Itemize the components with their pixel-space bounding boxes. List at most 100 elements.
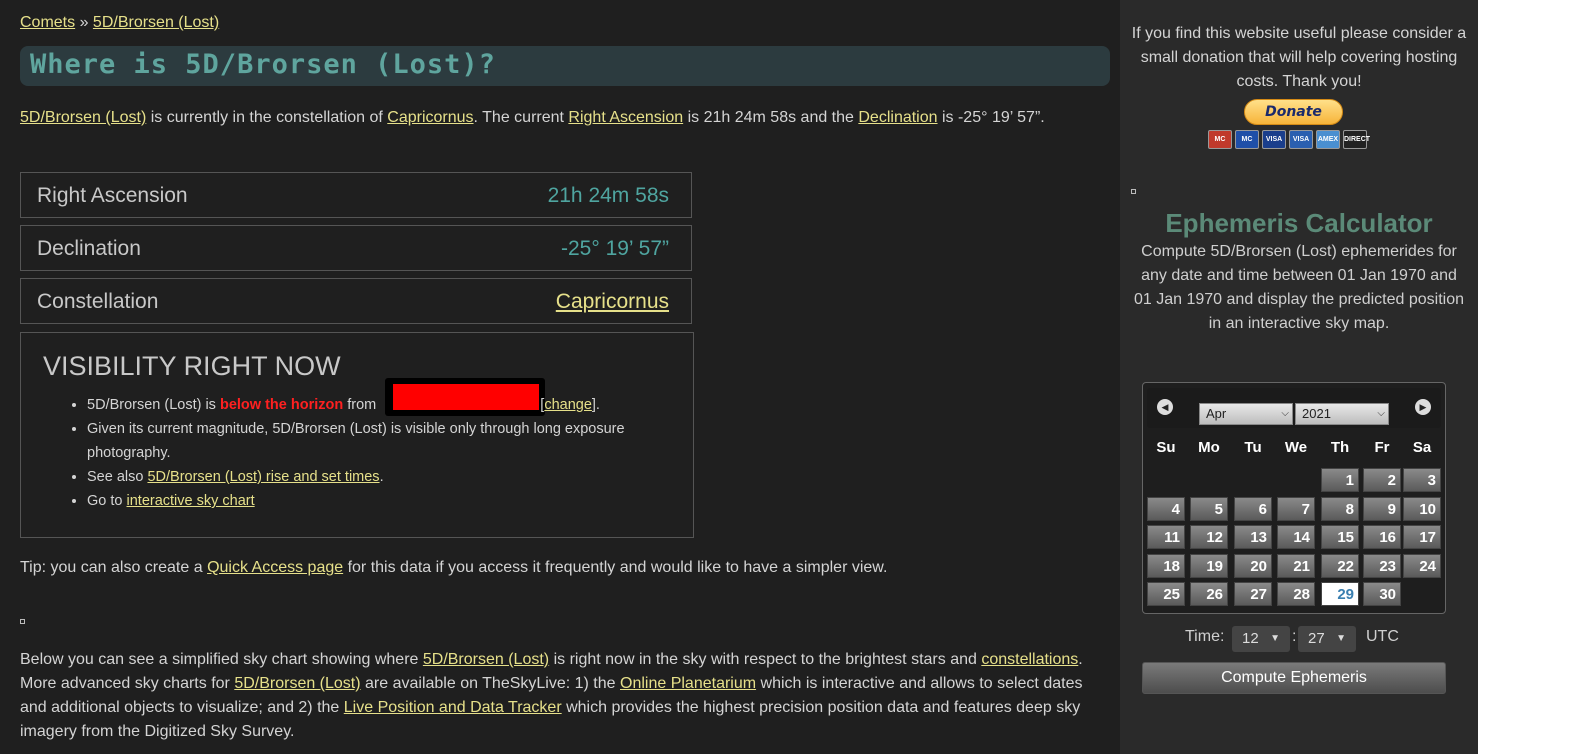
calendar-day[interactable]: 1 (1321, 468, 1359, 492)
right-blank-area (1478, 0, 1579, 754)
calendar-day[interactable]: 4 (1147, 496, 1185, 521)
right-ascension-link[interactable]: Right Ascension (568, 109, 683, 126)
payment-card-icon: DIRECT (1343, 130, 1370, 149)
calendar-day[interactable]: 12 (1190, 525, 1228, 549)
description-text: are available on TheSkyLive: 1) the (360, 675, 620, 692)
calendar-day[interactable]: 13 (1234, 525, 1272, 549)
declination-link[interactable]: Declination (858, 109, 937, 126)
declination-value: -25° 19’ 57” (560, 237, 669, 260)
constellation-label: Constellation (37, 290, 159, 313)
calendar-day[interactable]: 20 (1234, 553, 1272, 578)
right-ascension-label: Right Ascension (37, 184, 188, 207)
calendar-day[interactable]: 6 (1234, 496, 1272, 521)
breadcrumb-separator: » (75, 14, 93, 31)
constellation-link[interactable]: Capricornus (387, 109, 473, 126)
calendar-day[interactable]: 23 (1363, 553, 1401, 578)
calendar-day[interactable]: 9 (1363, 496, 1401, 521)
chevron-down-icon: ▼ (1336, 633, 1346, 644)
constellation-value-link[interactable]: Capricornus (556, 290, 669, 314)
breadcrumb-comets-link[interactable]: Comets (20, 14, 75, 31)
calendar-day[interactable]: 14 (1277, 525, 1315, 549)
calendar-day[interactable]: 8 (1321, 496, 1359, 521)
right-ascension-value: 21h 24m 58s (547, 184, 669, 207)
description-text: is right now in the sky with respect to … (549, 651, 982, 668)
calendar-day[interactable]: 24 (1403, 553, 1441, 578)
minute-select[interactable]: 27 ▼ (1298, 626, 1356, 652)
month-value: Apr (1206, 406, 1227, 421)
calendar-day[interactable]: 16 (1363, 525, 1401, 549)
timezone-label: UTC (1366, 628, 1399, 645)
ephemeris-description: Compute 5D/Brorsen (Lost) ephemerides fo… (1134, 243, 1465, 332)
year-select[interactable]: 2021 ⌵ (1295, 403, 1389, 425)
calendar-day[interactable]: 7 (1277, 496, 1315, 521)
calendar-day[interactable]: 28 (1277, 582, 1315, 606)
calendar-day[interactable]: 19 (1190, 553, 1228, 578)
intro-text: is -25° 19’ 57”. (937, 109, 1045, 126)
chevron-down-icon: ▼ (1270, 633, 1280, 644)
calendar-day[interactable]: 15 (1321, 525, 1359, 549)
calendar-day[interactable]: 18 (1147, 553, 1185, 578)
visibility-text: See also (87, 469, 148, 485)
next-month-icon[interactable]: ▶ (1415, 399, 1431, 415)
description-text: Below you can see a simplified sky chart… (20, 651, 423, 668)
weekday-header: Th (1330, 439, 1350, 456)
live-position-tracker-link[interactable]: Live Position and Data Tracker (344, 699, 562, 716)
tip-text: for this data if you access it frequentl… (343, 559, 888, 576)
broken-image-icon (1131, 189, 1136, 194)
horizon-status: below the horizon (219, 397, 344, 413)
compute-ephemeris-button[interactable]: Compute Ephemeris (1142, 662, 1446, 694)
intro-text: is 21h 24m 58s and the (683, 109, 859, 126)
online-planetarium-link[interactable]: Online Planetarium (620, 675, 756, 692)
calendar-day[interactable]: 11 (1147, 525, 1185, 549)
weekday-header: Mo (1198, 439, 1220, 456)
prev-month-icon[interactable]: ◀ (1157, 399, 1173, 415)
calendar-day[interactable]: 27 (1234, 582, 1272, 606)
calendar-day[interactable]: 17 (1403, 525, 1441, 549)
intro-text: is currently in the constellation of (146, 109, 388, 126)
calendar-day[interactable]: 5 (1190, 496, 1228, 521)
visibility-box: VISIBILITY RIGHT NOW 5D/Brorsen (Lost) i… (20, 332, 694, 538)
list-item: 5D/Brorsen (Lost) is below the horizon f… (87, 393, 687, 417)
calendar-day[interactable]: 26 (1190, 582, 1228, 606)
chevron-down-icon: ⌵ (1281, 408, 1289, 419)
payment-card-icon: VISA (1289, 130, 1313, 149)
calendar-day[interactable]: 10 (1403, 496, 1441, 521)
right-ascension-row: Right Ascension 21h 24m 58s (20, 172, 692, 218)
object-link[interactable]: 5D/Brorsen (Lost) (423, 651, 549, 668)
page-title-bar: Where is 5D/Brorsen (Lost)? (20, 46, 1110, 86)
constellations-link[interactable]: constellations (981, 651, 1078, 668)
hour-select[interactable]: 12 ▼ (1232, 626, 1290, 652)
intro-text: . The current (473, 109, 569, 126)
hour-value: 12 (1242, 630, 1259, 647)
calendar-day[interactable]: 3 (1403, 468, 1441, 492)
payment-card-icon: VISA (1262, 130, 1286, 149)
sky-chart-description: Below you can see a simplified sky chart… (20, 648, 1110, 744)
month-select[interactable]: Apr ⌵ (1199, 403, 1293, 425)
calendar-day[interactable]: 2 (1363, 468, 1401, 492)
weekday-header: We (1284, 439, 1308, 456)
calendar-day-selected[interactable]: 29 (1321, 582, 1359, 606)
rise-set-times-link[interactable]: 5D/Brorsen (Lost) rise and set times (147, 469, 379, 485)
calendar-day[interactable]: 21 (1277, 553, 1315, 578)
donation-message: If you find this website useful please c… (1131, 25, 1467, 90)
weekday-header: Sa (1412, 439, 1432, 456)
donate-button[interactable]: Donate (1244, 99, 1343, 125)
calendar-day[interactable]: 25 (1147, 582, 1185, 606)
visibility-text: Go to (87, 493, 127, 509)
ephemeris-title: Ephemeris Calculator (1165, 208, 1433, 238)
calendar-day[interactable]: 30 (1363, 582, 1401, 606)
quick-access-link[interactable]: Quick Access page (207, 559, 343, 576)
broken-image-icon (20, 619, 25, 624)
change-location-link[interactable]: change (544, 397, 592, 413)
calendar-day[interactable]: 22 (1321, 553, 1359, 578)
constellation-row: Constellation Capricornus (20, 278, 692, 324)
declination-row: Declination -25° 19’ 57” (20, 225, 692, 271)
object-link[interactable]: 5D/Brorsen (Lost) (20, 109, 146, 126)
time-label: Time: (1185, 628, 1225, 645)
breadcrumb-current-link[interactable]: 5D/Brorsen (Lost) (93, 14, 219, 31)
chevron-down-icon: ⌵ (1377, 408, 1385, 419)
interactive-sky-chart-link[interactable]: interactive sky chart (127, 493, 255, 509)
declination-label: Declination (37, 237, 141, 260)
payment-cards: MC MC VISA VISA AMEX DIRECT (1208, 130, 1370, 149)
object-link[interactable]: 5D/Brorsen (Lost) (234, 675, 360, 692)
